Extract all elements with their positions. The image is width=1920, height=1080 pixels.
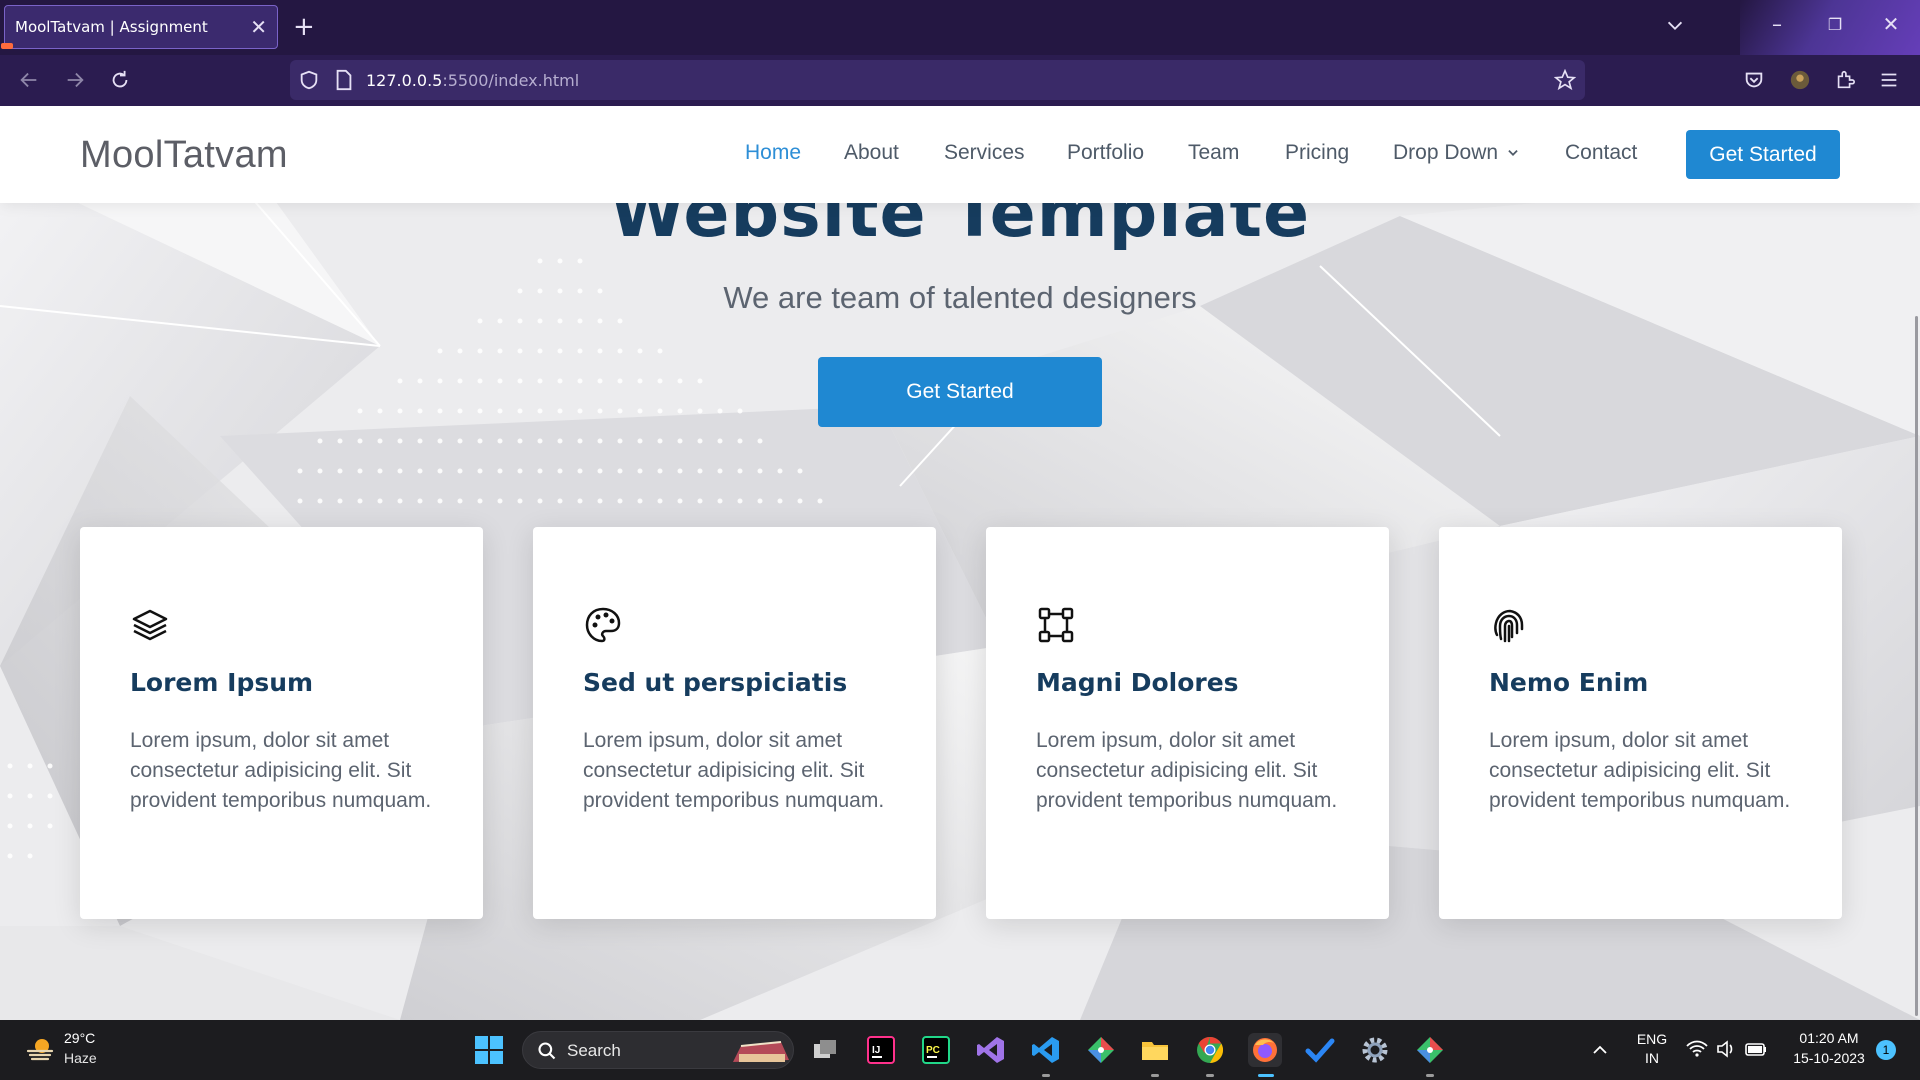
todo-icon[interactable] [1303,1033,1337,1067]
taskbar-search-input[interactable]: Search [522,1031,794,1069]
language-line1[interactable]: ENG [1634,1031,1670,1047]
feature-card[interactable]: Magni Dolores Lorem ipsum, dolor sit ame… [986,527,1389,919]
shield-icon[interactable] [298,69,320,91]
git-tool-icon[interactable] [1084,1033,1118,1067]
site-header: MoolTatvam Home About Services Portfolio… [0,106,1920,203]
wifi-icon[interactable] [1686,1039,1708,1059]
url-host: 127.0.0.5 [366,71,443,90]
chrome-icon[interactable] [1193,1033,1227,1067]
svg-text:PC: PC [926,1045,940,1056]
weather-temperature[interactable]: 29°C [64,1030,95,1046]
menu-item-about[interactable]: About [844,141,899,165]
card-text: Lorem ipsum, dolor sit amet consectetur … [1489,729,1791,812]
browser-tab-active[interactable]: MoolTatvam | Assignment ✕ [1,5,278,49]
search-placeholder: Search [567,1041,621,1060]
chevron-down-icon [1508,150,1518,157]
back-icon[interactable] [16,67,42,93]
card-text: Lorem ipsum, dolor sit amet consectetur … [1036,729,1338,812]
browser-titlebar: MoolTatvam | Assignment ✕ + – ❐ ✕ [0,0,1920,55]
layers-icon [132,609,168,641]
menu-item-contact[interactable]: Contact [1565,141,1637,165]
svg-text:IJ: IJ [872,1045,880,1056]
menu-item-portfolio[interactable]: Portfolio [1067,141,1144,165]
feature-card[interactable]: Lorem Ipsum Lorem ipsum, dolor sit amet … [80,527,483,919]
visual-studio-icon[interactable] [974,1033,1008,1067]
address-bar[interactable]: 127.0.0.5:5500/index.html [290,60,1585,100]
chevron-up-icon[interactable] [1592,1042,1608,1058]
running-indicator [1042,1074,1050,1077]
chevron-down-icon[interactable] [1664,15,1686,37]
hero-subtitle: We are team of talented designers [723,280,1197,315]
git-tool-icon-2[interactable] [1413,1033,1447,1067]
card-title: Nemo Enim [1489,668,1649,697]
menu-item-home[interactable]: Home [745,141,801,165]
web-page: Website Template MoolTatvam Home About S… [0,106,1920,1020]
search-icon [538,1042,556,1060]
card-text: Lorem ipsum, dolor sit amet consectetur … [583,729,885,812]
menu-item-team[interactable]: Team [1188,141,1239,165]
running-indicator [1426,1074,1434,1077]
minimize-icon[interactable]: – [1762,12,1792,36]
search-highlight-image [733,1041,789,1062]
browser-toolbar: 127.0.0.5:5500/index.html [0,55,1920,106]
palette-icon [585,607,621,643]
dropdown-label: Drop Down [1393,141,1499,164]
site-logo[interactable]: MoolTatvam [80,134,288,177]
tab-title: MoolTatvam | Assignment [15,18,208,36]
fingerprint-icon [1494,609,1524,643]
page-icon [336,69,352,91]
vscode-icon[interactable] [1029,1033,1063,1067]
clock-date[interactable]: 15-10-2023 [1786,1050,1872,1066]
active-indicator [1258,1074,1274,1077]
weather-haze-icon[interactable] [24,1033,56,1065]
new-tab-icon[interactable]: + [293,12,315,42]
file-explorer-icon[interactable] [1138,1033,1172,1067]
running-indicator [1206,1074,1214,1077]
firefox-icon[interactable] [1248,1033,1282,1067]
volume-icon[interactable] [1716,1040,1736,1058]
menu-item-dropdown[interactable]: Drop Down [1393,141,1520,165]
menu-item-pricing[interactable]: Pricing [1285,141,1349,165]
feature-card[interactable]: Nemo Enim Lorem ipsum, dolor sit amet co… [1439,527,1842,919]
card-title: Lorem Ipsum [130,668,314,697]
running-indicator [1151,1074,1159,1077]
profile-avatar-icon[interactable] [1787,67,1813,93]
url-path: :5500/index.html [442,71,580,90]
forward-icon[interactable] [62,67,88,93]
battery-icon[interactable] [1745,1040,1767,1058]
bounding-box-icon [1038,607,1074,643]
menu-hamburger-icon[interactable] [1876,67,1902,93]
menu-item-services[interactable]: Services [944,141,1025,165]
bookmark-star-icon[interactable] [1554,69,1576,91]
settings-gear-icon[interactable] [1358,1033,1392,1067]
notification-badge[interactable]: 1 [1876,1040,1896,1060]
taskbar: 29°C Haze Search IJ PC ENG IN 01:20 AM 1… [0,1020,1920,1080]
pocket-icon[interactable] [1741,67,1767,93]
page-scrollbar[interactable] [1915,316,1918,1016]
restore-icon[interactable]: ❐ [1820,15,1850,34]
reload-icon[interactable] [107,67,133,93]
hero-get-started-button[interactable]: Get Started [818,357,1102,427]
pycharm-icon[interactable]: PC [919,1033,953,1067]
card-title: Sed ut perspiciatis [583,668,848,697]
feature-card[interactable]: Sed ut perspiciatis Lorem ipsum, dolor s… [533,527,936,919]
header-get-started-button[interactable]: Get Started [1686,130,1840,179]
tab-close-icon[interactable]: ✕ [250,15,267,39]
extensions-icon[interactable] [1832,67,1858,93]
url-text[interactable]: 127.0.0.5:5500/index.html [366,71,579,90]
task-view-icon[interactable] [808,1033,842,1067]
clock-time[interactable]: 01:20 AM [1786,1030,1872,1046]
intellij-icon[interactable]: IJ [864,1033,898,1067]
language-line2[interactable]: IN [1634,1050,1670,1066]
card-text: Lorem ipsum, dolor sit amet consectetur … [130,729,432,812]
close-window-icon[interactable]: ✕ [1876,12,1906,36]
weather-description[interactable]: Haze [64,1050,97,1066]
windows-start-icon[interactable] [472,1033,506,1067]
card-title: Magni Dolores [1036,668,1239,697]
